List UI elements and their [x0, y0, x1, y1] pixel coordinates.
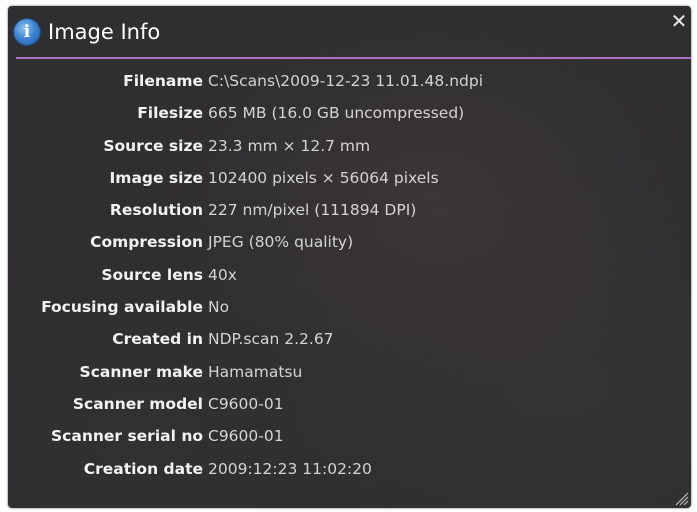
property-value: C9600-01: [208, 427, 284, 446]
property-label: Source lens: [101, 265, 203, 284]
property-value: 665 MB (16.0 GB uncompressed): [208, 104, 465, 123]
property-row-source-size: Source size 23.3 mm × 12.7 mm: [8, 135, 691, 167]
property-label: Scanner make: [79, 362, 203, 381]
property-label: Compression: [90, 233, 203, 252]
property-row-scanner-make: Scanner make Hamamatsu: [8, 361, 691, 393]
property-value: NDP.scan 2.2.67: [208, 330, 334, 349]
property-value: 2009:12:23 11:02:20: [208, 459, 372, 478]
property-label: Image size: [109, 168, 203, 187]
property-row-image-size: Image size 102400 pixels × 56064 pixels: [8, 167, 691, 199]
close-button[interactable]: ✕: [669, 10, 689, 32]
property-label: Source size: [103, 136, 203, 155]
property-value: 40x: [208, 265, 237, 284]
property-value: 102400 pixels × 56064 pixels: [208, 168, 439, 187]
property-row-created-in: Created in NDP.scan 2.2.67: [8, 328, 691, 360]
property-label: Created in: [112, 330, 203, 349]
property-row-scanner-model: Scanner model C9600-01: [8, 393, 691, 425]
property-row-creation-date: Creation date 2009:12:23 11:02:20: [8, 458, 691, 490]
property-label: Scanner serial no: [51, 427, 203, 446]
dialog-titlebar: i Image Info ✕: [8, 6, 691, 58]
property-row-compression: Compression JPEG (80% quality): [8, 231, 691, 263]
close-icon: ✕: [670, 9, 688, 33]
property-row-source-lens: Source lens 40x: [8, 264, 691, 296]
property-label: Focusing available: [41, 298, 203, 317]
property-row-scanner-serial-no: Scanner serial no C9600-01: [8, 425, 691, 457]
property-label: Resolution: [109, 201, 203, 220]
property-value: No: [208, 298, 230, 317]
property-label: Scanner model: [72, 394, 203, 413]
property-label: Creation date: [83, 459, 203, 478]
property-value: C9600-01: [208, 394, 284, 413]
property-row-resolution: Resolution 227 nm/pixel (111894 DPI): [8, 199, 691, 231]
title-divider: [16, 57, 691, 59]
property-label: Filesize: [137, 104, 203, 123]
property-row-filesize: Filesize 665 MB (16.0 GB uncompressed): [8, 102, 691, 134]
property-value: C:\Scans\2009-12-23 11.01.48.ndpi: [208, 72, 484, 90]
resize-grip-icon[interactable]: [673, 490, 689, 506]
image-info-dialog: i Image Info ✕ Filename C:\Scans\2009-12…: [8, 6, 691, 508]
properties-list: Filename C:\Scans\2009-12-23 11.01.48.nd…: [8, 70, 691, 490]
info-icon: i: [14, 19, 40, 45]
property-value: 23.3 mm × 12.7 mm: [208, 136, 371, 155]
dialog-title: Image Info: [48, 20, 161, 44]
property-value: 227 nm/pixel (111894 DPI): [208, 201, 417, 220]
property-label: Filename: [123, 72, 203, 90]
property-value: JPEG (80% quality): [208, 233, 354, 252]
property-row-filename: Filename C:\Scans\2009-12-23 11.01.48.nd…: [8, 70, 691, 102]
property-row-focusing-available: Focusing available No: [8, 296, 691, 328]
property-value: Hamamatsu: [208, 362, 303, 381]
